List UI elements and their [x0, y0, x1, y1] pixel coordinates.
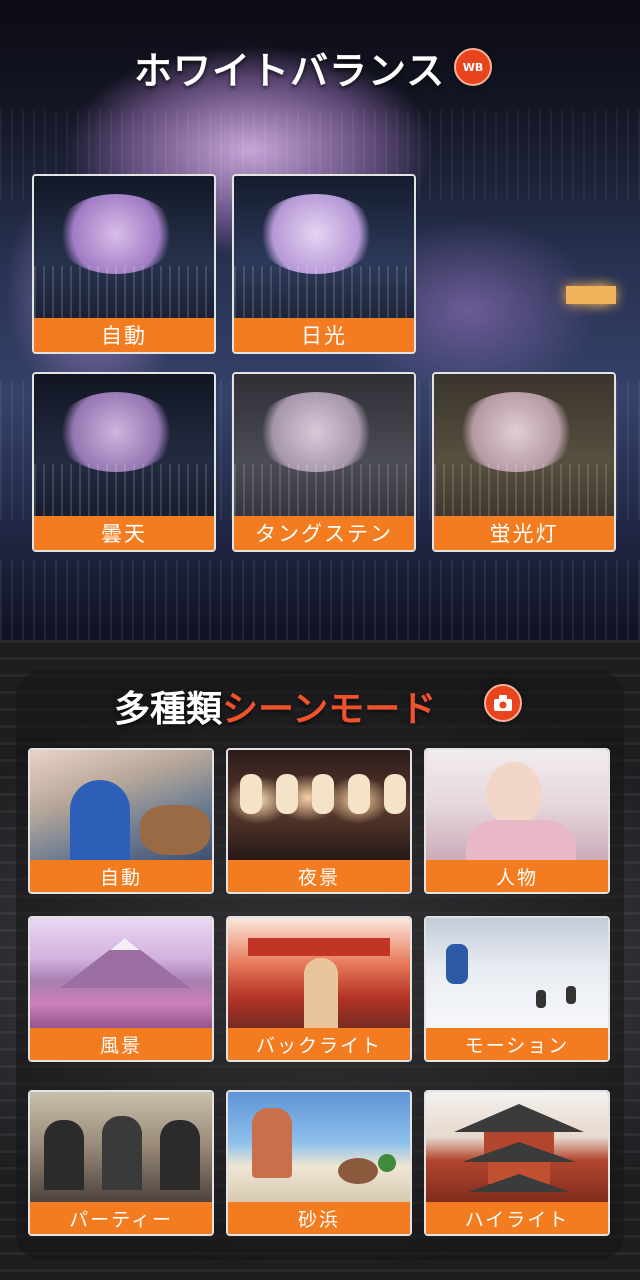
wb-preview-image — [34, 374, 214, 520]
skier-figure — [446, 944, 468, 984]
wb-badge-label: WB — [462, 60, 484, 74]
person-figure — [338, 1158, 378, 1184]
cherry-tree-image — [256, 194, 376, 274]
scene-option-label: 人物 — [426, 860, 608, 892]
houses-image — [434, 464, 614, 520]
camera-scene-icon — [494, 695, 512, 711]
scene-preview-image — [30, 750, 212, 864]
cherry-tree-image — [56, 392, 176, 472]
skier-figure — [566, 986, 576, 1004]
lantern-image — [276, 774, 298, 814]
scene-preview-image — [426, 1092, 608, 1206]
person-figure — [160, 1120, 200, 1190]
scene-option-portrait[interactable]: 人物 — [424, 748, 610, 894]
wb-option-tungsten[interactable]: タングステン — [232, 372, 416, 552]
scene-mode-title: 多種類シーンモード — [114, 680, 436, 732]
houses-image — [34, 266, 214, 322]
cherry-tree-image — [56, 194, 176, 274]
person-figure — [102, 1116, 142, 1190]
wb-option-daylight[interactable]: 日光 — [232, 174, 416, 354]
houses-image — [234, 464, 414, 520]
wb-preview-image — [434, 374, 614, 520]
white-balance-title: ホワイトバランス — [134, 49, 446, 93]
person-figure — [252, 1108, 292, 1178]
face-image — [486, 762, 542, 826]
scene-preview-image — [30, 918, 212, 1032]
wb-preview-image — [234, 176, 414, 322]
kimono-figure — [304, 958, 338, 1032]
deer-figure — [140, 805, 210, 855]
houses-image — [34, 464, 214, 520]
scene-option-highlight[interactable]: ハイライト — [424, 1090, 610, 1236]
scene-title-prefix: 多種類 — [114, 689, 223, 730]
scene-preview-image — [228, 1092, 410, 1206]
wb-preview-image — [234, 374, 414, 520]
scene-title-accent: シーンモード — [222, 689, 437, 730]
wb-option-cloudy[interactable]: 曇天 — [32, 372, 216, 552]
scene-option-motion[interactable]: モーション — [424, 916, 610, 1062]
cherry-tree-image — [456, 392, 576, 472]
mountain-image — [60, 938, 190, 988]
scene-option-label: 夜景 — [228, 860, 410, 892]
lantern-image — [312, 774, 334, 814]
scene-option-beach[interactable]: 砂浜 — [226, 1090, 412, 1236]
lantern-image — [384, 774, 406, 814]
wb-option-fluorescent[interactable]: 蛍光灯 — [432, 372, 616, 552]
scene-preview-image — [426, 750, 608, 864]
pagoda-image — [454, 1104, 584, 1192]
scene-option-label: モーション — [426, 1028, 608, 1060]
wb-option-auto[interactable]: 自動 — [32, 174, 216, 354]
scene-preview-image — [228, 750, 410, 864]
shrine-gate-image — [248, 938, 390, 956]
kimono-figure — [70, 780, 130, 864]
houses-image — [234, 266, 414, 322]
white-balance-section: ホワイトバランス WB 自動 日光 曇天 タングステン 蛍光灯 — [0, 0, 640, 640]
scene-option-landscape[interactable]: 風景 — [28, 916, 214, 1062]
scene-option-night[interactable]: 夜景 — [226, 748, 412, 894]
wb-option-label: 蛍光灯 — [434, 516, 614, 550]
watermelon-image — [378, 1154, 396, 1172]
white-balance-icon: WB — [454, 48, 492, 86]
scene-option-label: パーティー — [30, 1202, 212, 1234]
cherry-tree-image — [256, 392, 376, 472]
person-figure — [44, 1120, 84, 1190]
lantern-image — [240, 774, 262, 814]
scene-preview-image — [426, 918, 608, 1032]
scene-mode-icon — [484, 684, 522, 722]
background-roofs-bottom — [0, 560, 640, 640]
scene-preview-image — [228, 918, 410, 1032]
skier-figure — [536, 990, 546, 1008]
scene-option-label: 砂浜 — [228, 1202, 410, 1234]
scene-preview-image — [30, 1092, 212, 1206]
scene-option-label: 風景 — [30, 1028, 212, 1060]
scene-option-backlight[interactable]: バックライト — [226, 916, 412, 1062]
kimono-image — [466, 820, 576, 864]
scene-option-party[interactable]: パーティー — [28, 1090, 214, 1236]
wb-preview-image — [34, 176, 214, 322]
lantern-image — [348, 774, 370, 814]
wb-option-label: 曇天 — [34, 516, 214, 550]
wb-option-label: 自動 — [34, 318, 214, 352]
lit-window — [594, 286, 616, 304]
scene-mode-section: 多種類シーンモード 自動 夜景 人物 風景 バックライト モーション パーティー… — [0, 640, 640, 1280]
wb-option-label: タングステン — [234, 516, 414, 550]
scene-option-label: 自動 — [30, 860, 212, 892]
wb-option-label: 日光 — [234, 318, 414, 352]
scene-option-label: バックライト — [228, 1028, 410, 1060]
scene-option-auto[interactable]: 自動 — [28, 748, 214, 894]
scene-option-label: ハイライト — [426, 1202, 608, 1234]
